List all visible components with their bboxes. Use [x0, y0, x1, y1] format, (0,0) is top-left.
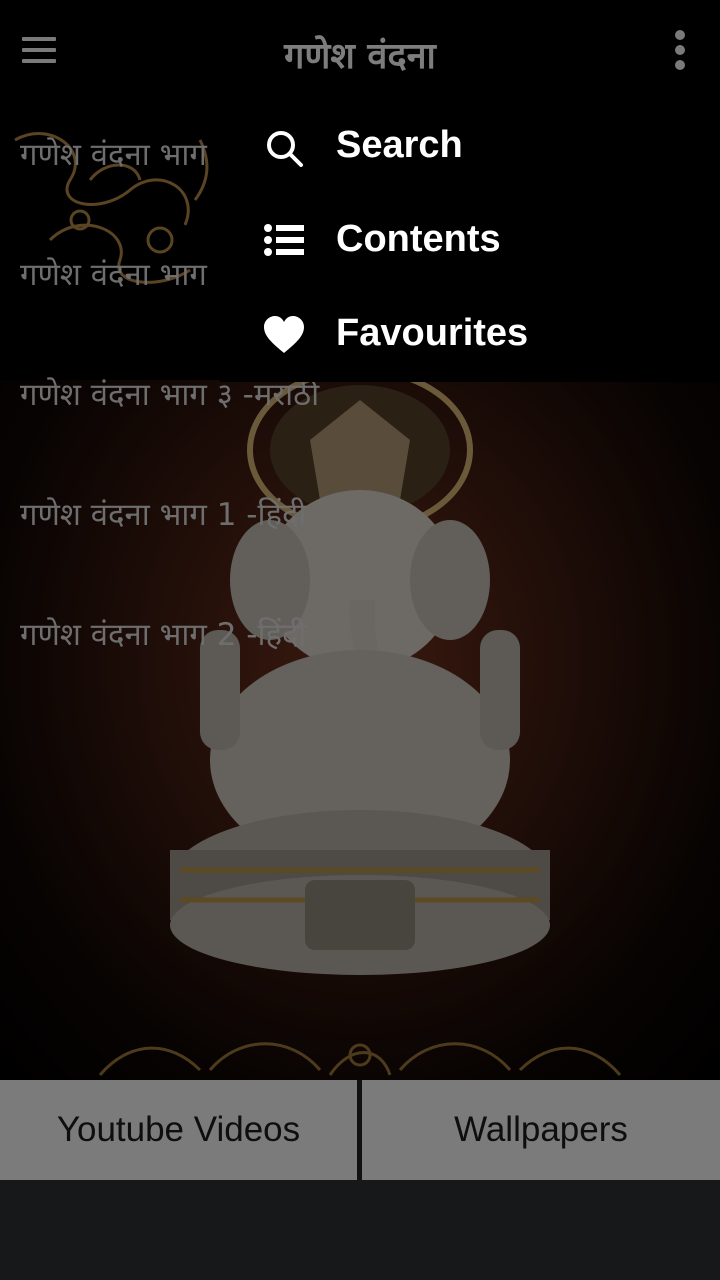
youtube-videos-button[interactable]: Youtube Videos [0, 1080, 357, 1180]
heart-icon [264, 316, 304, 353]
page-title: गणेश वंदना [284, 36, 436, 77]
list-item[interactable]: गणेश वंदना भाग [20, 133, 207, 175]
top-app-bar: गणेश वंदना [0, 0, 720, 104]
system-navigation-area [0, 1180, 720, 1280]
wallpapers-button[interactable]: Wallpapers [362, 1080, 720, 1180]
list-item[interactable]: गणेश वंदना भाग 2 -हिंदी [20, 613, 306, 655]
overflow-menu-icon[interactable] [660, 26, 700, 74]
ganesha-idol-image [170, 380, 550, 975]
app-screen: गणेश वंदना गणेश वंदना भाग गणेश वंदना भाग… [0, 0, 720, 1280]
list-icon [264, 224, 304, 256]
menu-item-favourites[interactable]: Favourites [220, 288, 720, 382]
menu-item-label: Favourites [336, 312, 529, 354]
menu-item-search[interactable]: Search [220, 100, 720, 194]
overflow-popup-menu: Search Contents Favourites [220, 100, 720, 382]
menu-item-contents[interactable]: Contents [220, 194, 720, 288]
search-icon [267, 131, 303, 167]
bottom-button-bar: Youtube Videos Wallpapers [0, 1080, 720, 1180]
menu-item-label: Search [336, 124, 463, 166]
ornament-border [98, 1042, 622, 1076]
list-item[interactable]: गणेश वंदना भाग [20, 253, 207, 295]
menu-item-label: Contents [336, 218, 501, 260]
list-item[interactable]: गणेश वंदना भाग 1 -हिंदी [20, 493, 306, 535]
